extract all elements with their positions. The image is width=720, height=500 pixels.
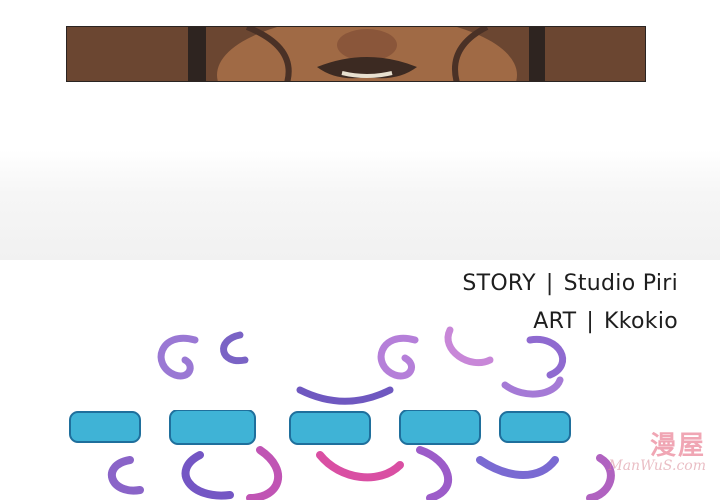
watermark-site-name: 漫屋 — [649, 431, 706, 461]
faded-background-band — [0, 150, 720, 260]
site-watermark: 漫屋 ManWuS.com — [608, 425, 706, 474]
story-label: STORY — [462, 271, 536, 296]
story-author: Studio Piri — [563, 271, 678, 296]
story-credit-line: STORY | Studio Piri — [462, 265, 678, 303]
face-illustration — [67, 27, 645, 81]
credit-separator: | — [545, 271, 554, 296]
swirl-ornament-icon — [157, 326, 566, 405]
title-logo-swirls — [0, 320, 720, 410]
comic-panel-artwork — [66, 26, 646, 82]
watermark-site-url: ManWuS.com — [608, 458, 706, 474]
